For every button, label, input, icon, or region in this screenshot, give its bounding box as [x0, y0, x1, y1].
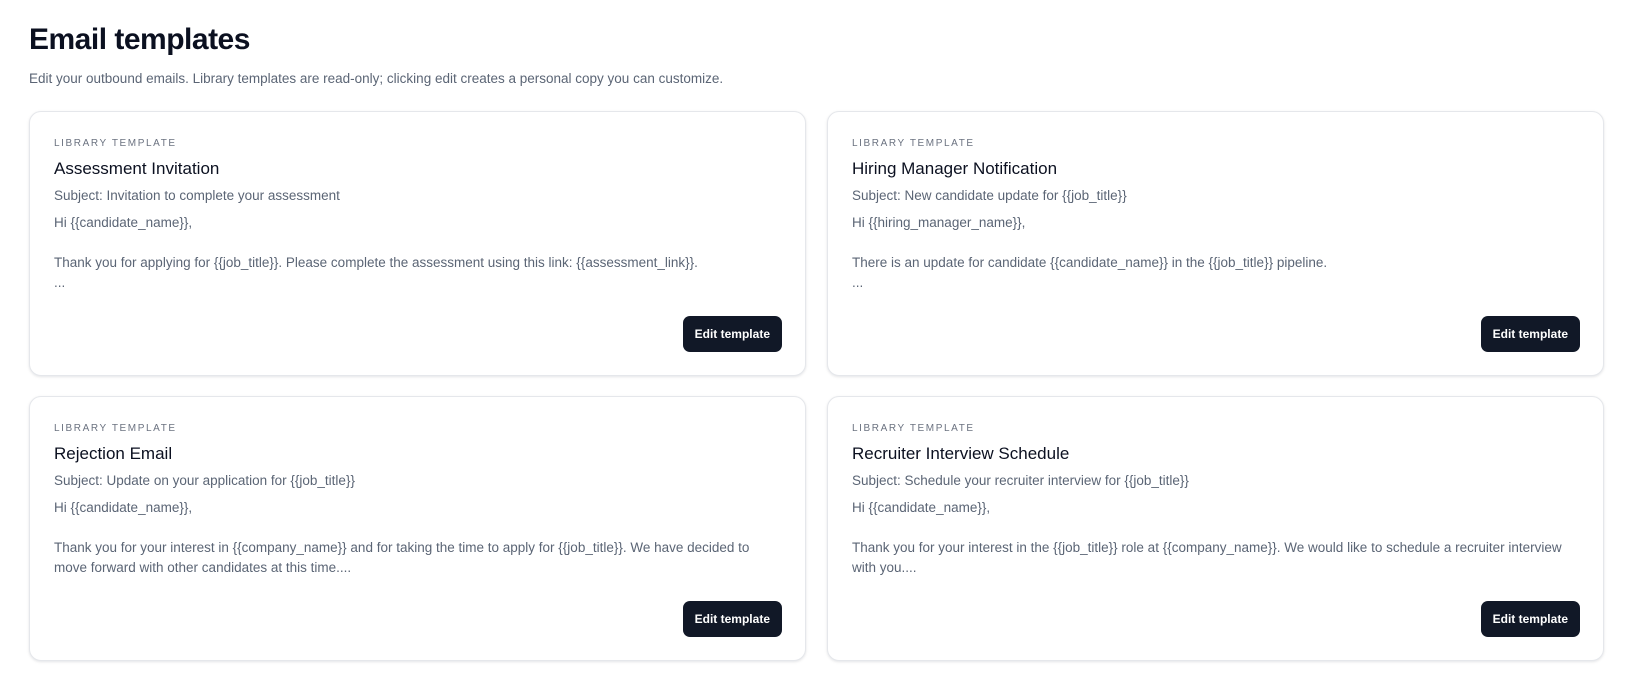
- template-card-assessment-invitation: LIBRARY TEMPLATE Assessment Invitation S…: [29, 111, 806, 376]
- template-title: Hiring Manager Notification: [852, 159, 1058, 178]
- template-card-recruiter-interview-schedule: LIBRARY TEMPLATE Recruiter Interview Sch…: [827, 396, 1604, 661]
- template-body-preview: Hi {{candidate_name}}, Thank you for app…: [54, 215, 698, 290]
- email-templates-page: Email templates Edit your outbound email…: [0, 0, 1627, 661]
- template-subject: Subject: Update on your application for …: [54, 473, 355, 488]
- template-card-hiring-manager-notification: LIBRARY TEMPLATE Hiring Manager Notifica…: [827, 111, 1604, 376]
- template-subject: Subject: Invitation to complete your ass…: [54, 188, 340, 203]
- template-card-rejection-email: LIBRARY TEMPLATE Rejection Email Subject…: [29, 396, 806, 661]
- template-title: Rejection Email: [54, 444, 173, 463]
- template-kicker: LIBRARY TEMPLATE: [852, 423, 975, 434]
- template-card-footer: Edit template: [682, 601, 782, 637]
- template-body-preview: Hi {{hiring_manager_name}}, There is an …: [852, 215, 1328, 290]
- page-title: Email templates: [29, 23, 250, 56]
- edit-template-button[interactable]: Edit template: [1480, 601, 1580, 637]
- template-title: Assessment Invitation: [54, 159, 220, 178]
- page-subtitle: Edit your outbound emails. Library templ…: [29, 71, 724, 86]
- template-subject: Subject: New candidate update for {{job_…: [852, 188, 1127, 203]
- template-title: Recruiter Interview Schedule: [852, 444, 1070, 463]
- edit-template-button[interactable]: Edit template: [1480, 316, 1580, 352]
- edit-template-button[interactable]: Edit template: [682, 316, 782, 352]
- template-grid: LIBRARY TEMPLATE Assessment Invitation S…: [29, 111, 1604, 661]
- template-body-preview: Hi {{candidate_name}}, Thank you for you…: [852, 500, 1562, 575]
- template-card-footer: Edit template: [1480, 316, 1580, 352]
- edit-template-button[interactable]: Edit template: [682, 601, 782, 637]
- template-subject: Subject: Schedule your recruiter intervi…: [852, 473, 1189, 488]
- template-card-footer: Edit template: [1480, 601, 1580, 637]
- template-kicker: LIBRARY TEMPLATE: [852, 138, 975, 149]
- template-kicker: LIBRARY TEMPLATE: [54, 138, 177, 149]
- template-kicker: LIBRARY TEMPLATE: [54, 423, 177, 434]
- template-body-preview: Hi {{candidate_name}}, Thank you for you…: [54, 500, 750, 575]
- template-card-footer: Edit template: [682, 316, 782, 352]
